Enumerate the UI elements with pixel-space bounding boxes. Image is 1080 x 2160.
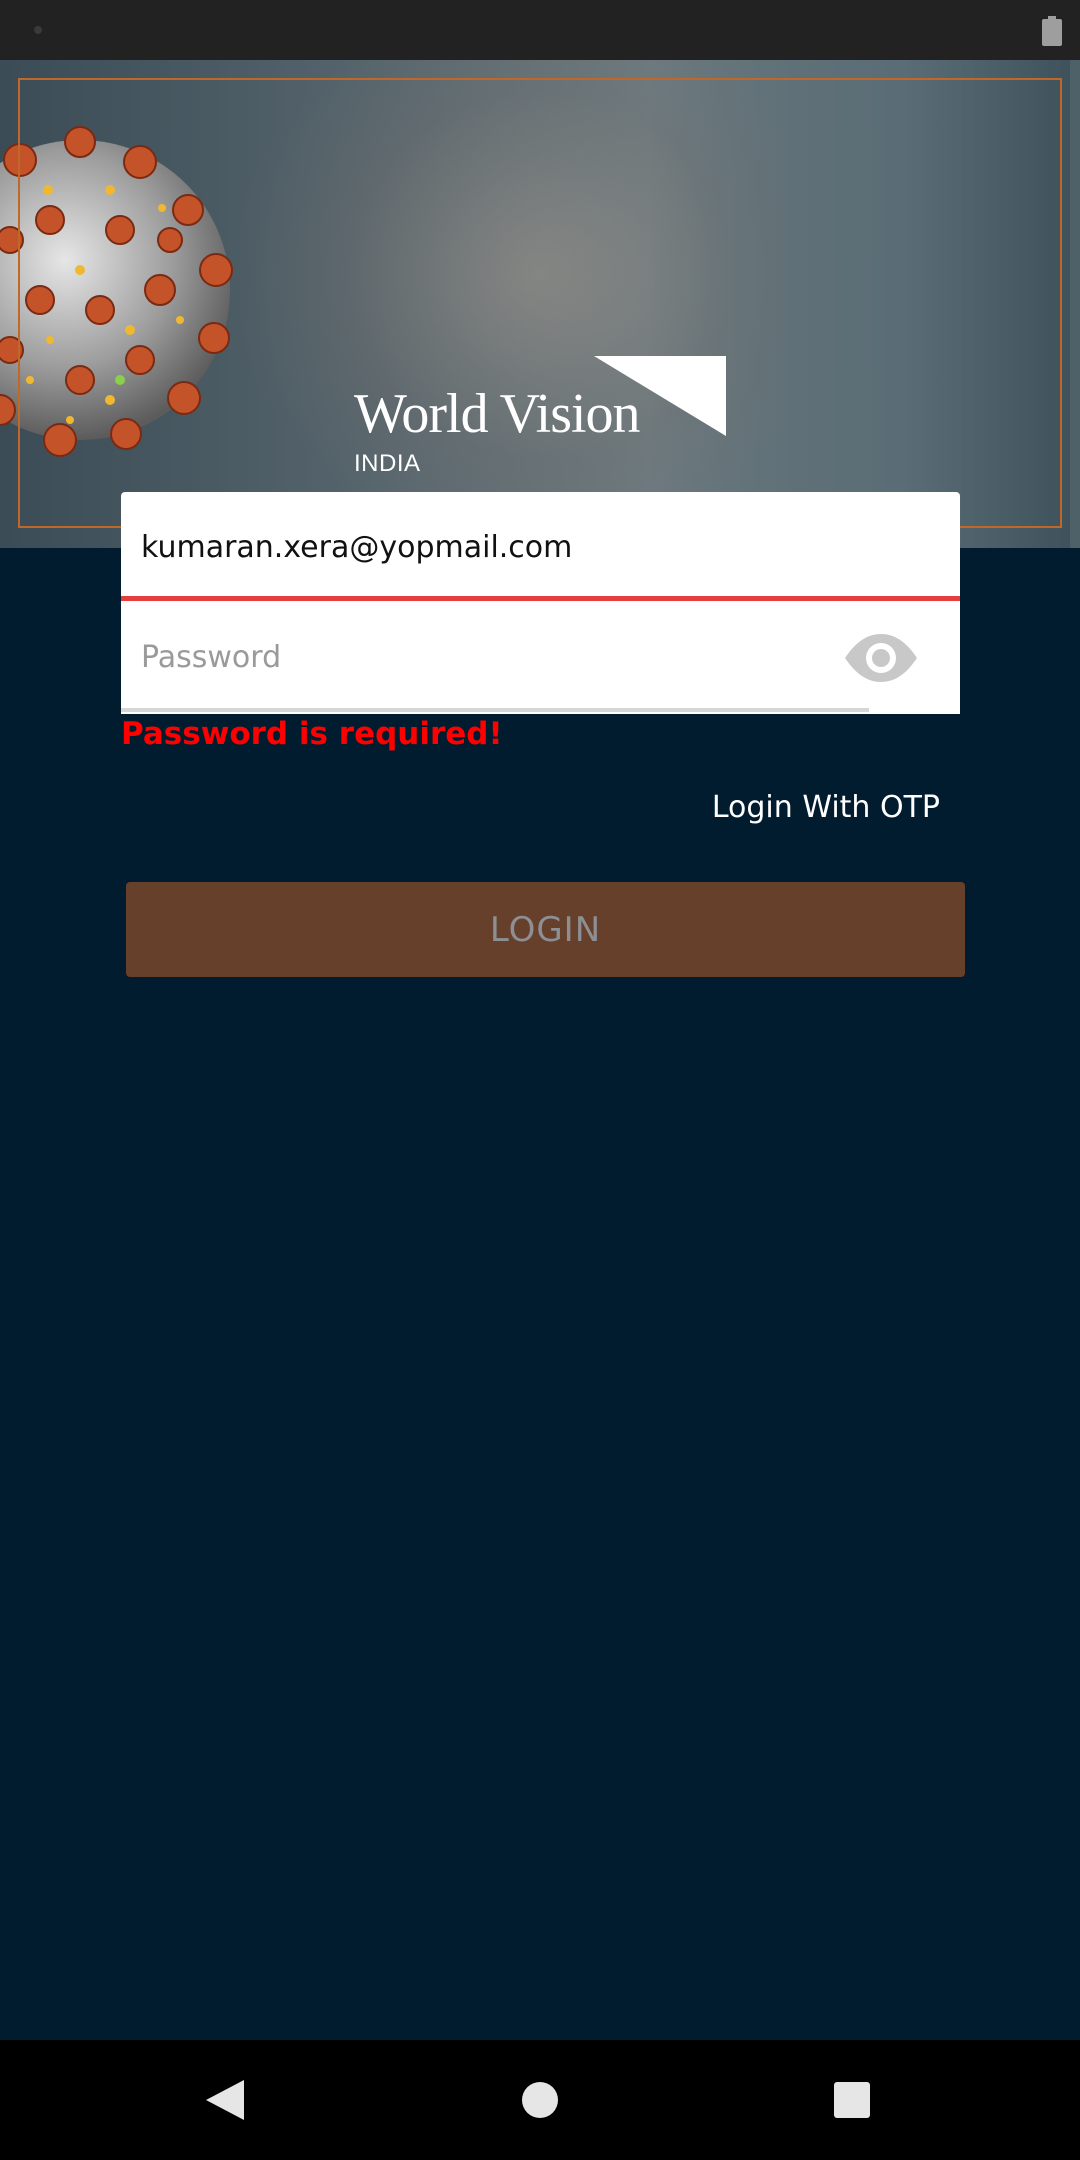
login-form: kumaran.xera@yopmail.com bbox=[121, 492, 960, 714]
navigation-bar bbox=[0, 2040, 1080, 2160]
world-vision-logo: World Vision INDIA bbox=[352, 290, 732, 476]
status-bar bbox=[0, 0, 1080, 60]
back-triangle-icon[interactable] bbox=[166, 2040, 286, 2160]
brand-subtitle: INDIA bbox=[354, 450, 421, 477]
status-notification-dot bbox=[34, 26, 42, 34]
login-with-otp-link[interactable]: Login With OTP bbox=[712, 790, 940, 825]
recents-square-icon[interactable] bbox=[792, 2040, 912, 2160]
login-button[interactable]: LOGIN bbox=[126, 882, 965, 977]
password-error-message: Password is required! bbox=[121, 716, 503, 752]
password-input[interactable] bbox=[141, 636, 841, 678]
battery-icon bbox=[1042, 16, 1062, 46]
home-circle-icon[interactable] bbox=[480, 2040, 600, 2160]
email-value[interactable]: kumaran.xera@yopmail.com bbox=[141, 530, 572, 565]
email-field[interactable]: kumaran.xera@yopmail.com bbox=[121, 492, 960, 602]
eye-icon[interactable] bbox=[843, 630, 919, 686]
email-error-underline bbox=[121, 596, 960, 601]
password-field[interactable] bbox=[121, 602, 960, 714]
hero-banner: World Vision INDIA bbox=[0, 60, 1080, 548]
brand-title: World Vision bbox=[354, 383, 641, 445]
password-underline bbox=[121, 708, 869, 712]
